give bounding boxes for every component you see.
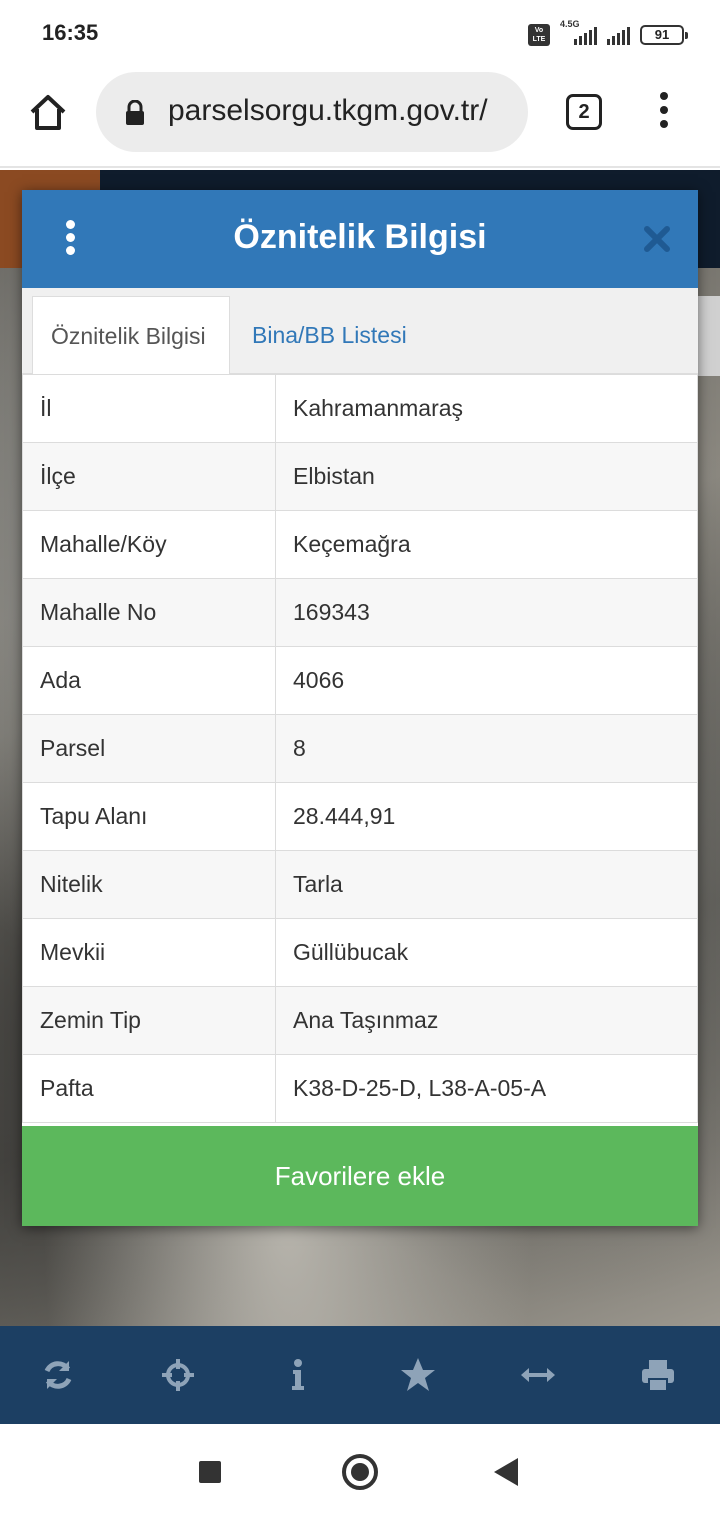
system-navigation-bar [0,1424,720,1520]
table-row: Zemin Tip Ana Taşınmaz [22,986,698,1055]
row-value: 4066 [275,646,698,715]
add-to-favorites-button[interactable]: Favorilere ekle [22,1126,698,1226]
row-key: Tapu Alanı [22,782,276,851]
attribute-info-modal: Öznitelik Bilgisi Öznitelik Bilgisi Bina… [22,190,698,1226]
signal-icon [607,25,630,45]
table-row: Pafta K38-D-25-D, L38-A-05-A [22,1054,698,1123]
url-text: parselsorgu.tkgm.gov.tr/ [168,94,488,127]
row-key: İl [22,374,276,443]
table-row: İlçe Elbistan [22,442,698,511]
row-key: Mevkii [22,918,276,987]
row-value: Keçemağra [275,510,698,579]
signal-4g-icon: 4.5G [560,19,597,45]
row-key: İlçe [22,442,276,511]
row-key: Parsel [22,714,276,783]
address-bar[interactable]: parselsorgu.tkgm.gov.tr/ [96,72,528,152]
volte-icon: Vo LTE [528,24,550,46]
tab-switcher-button[interactable]: 2 [566,94,602,130]
star-icon[interactable] [398,1355,438,1395]
attribute-table: İl Kahramanmaraş İlçe Elbistan Mahalle/Köy… [22,374,698,1123]
browser-toolbar: parselsorgu.tkgm.gov.tr/ 2 [0,68,720,168]
table-row: Mevkii Güllübucak [22,918,698,987]
recent-apps-icon[interactable] [199,1461,221,1483]
table-row: Mahalle/Köy Keçemağra [22,510,698,579]
network-type: 4.5G [560,19,580,29]
measure-icon[interactable] [518,1355,558,1395]
row-key: Ada [22,646,276,715]
home-icon[interactable] [26,90,70,134]
table-row: Tapu Alanı 28.444,91 [22,782,698,851]
lock-icon [124,99,146,126]
row-value: 8 [275,714,698,783]
modal-header: Öznitelik Bilgisi [22,190,698,288]
table-row: Nitelik Tarla [22,850,698,919]
row-value: K38-D-25-D, L38-A-05-A [275,1054,698,1123]
row-value: Ana Taşınmaz [275,986,698,1055]
row-key: Pafta [22,1054,276,1123]
table-row: Ada 4066 [22,646,698,715]
crosshair-icon[interactable] [158,1355,198,1395]
tab-building-list[interactable]: Bina/BB Listesi [234,296,425,374]
browser-menu-icon[interactable] [656,92,672,132]
row-value: 169343 [275,578,698,647]
back-icon[interactable] [494,1458,518,1486]
table-row: İl Kahramanmaraş [22,374,698,443]
battery-icon: 91 [640,25,688,45]
info-icon[interactable] [278,1355,318,1395]
status-bar: 16:35 Vo LTE 4.5G 91 [0,0,720,68]
print-icon[interactable] [638,1355,678,1395]
row-value: 28.444,91 [275,782,698,851]
table-row: Parsel 8 [22,714,698,783]
row-value: Elbistan [275,442,698,511]
modal-title: Öznitelik Bilgisi [233,218,487,256]
modal-tabs: Öznitelik Bilgisi Bina/BB Listesi [22,288,698,374]
row-value: Kahramanmaraş [275,374,698,443]
table-row: Mahalle No 169343 [22,578,698,647]
home-circle-icon[interactable] [342,1454,378,1490]
row-key: Mahalle No [22,578,276,647]
row-value: Tarla [275,850,698,919]
close-icon[interactable] [642,224,672,254]
row-key: Mahalle/Köy [22,510,276,579]
row-key: Zemin Tip [22,986,276,1055]
scrollbar[interactable] [698,296,720,376]
refresh-icon[interactable] [38,1355,78,1395]
row-key: Nitelik [22,850,276,919]
status-time: 16:35 [42,20,99,45]
row-value: Güllübucak [275,918,698,987]
tab-attribute-info[interactable]: Öznitelik Bilgisi [32,296,230,374]
status-icons: Vo LTE 4.5G 91 [528,19,688,50]
map-toolbar [0,1326,720,1424]
